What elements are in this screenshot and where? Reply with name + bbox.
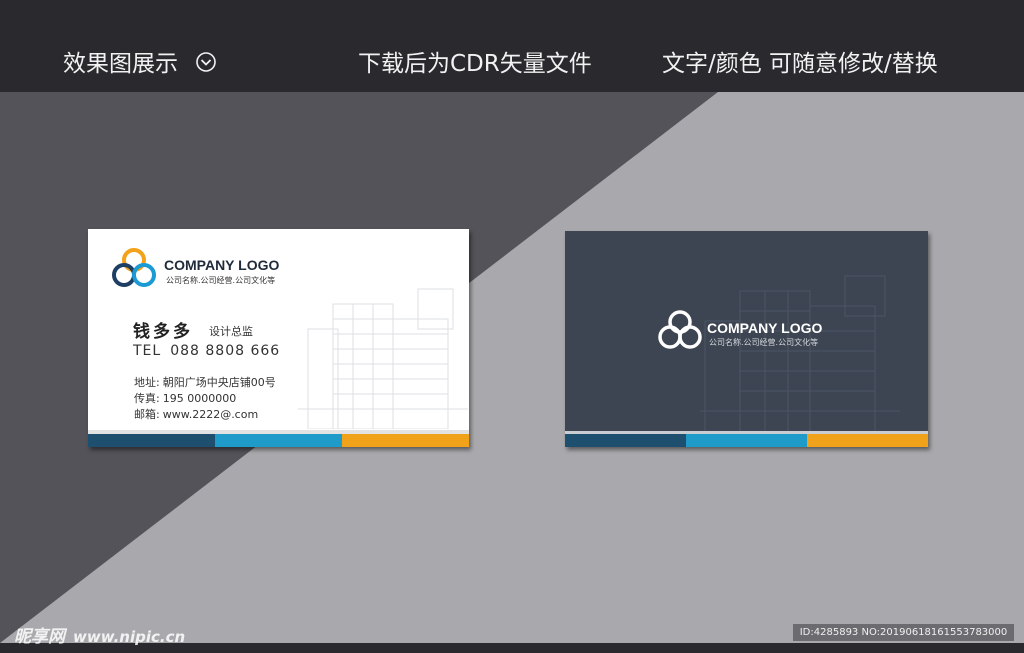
- business-card-back: COMPANY LOGO 公司名称.公司经营.公司文化等: [565, 231, 928, 447]
- building-sketch: [298, 288, 468, 429]
- strip-orange: [342, 434, 469, 447]
- fax-line: 传真: 195 0000000: [134, 390, 236, 406]
- address-line: 地址: 朝阳广场中央店铺00号: [134, 374, 276, 390]
- company-logo-rings: [112, 248, 156, 287]
- address-value: 朝阳广场中央店铺00号: [162, 376, 276, 389]
- header-title: 效果图展示: [63, 51, 178, 77]
- person-title: 设计总监: [209, 325, 253, 338]
- person-name: 钱多多: [133, 322, 193, 342]
- watermark: 昵享网 www.nipic.cn: [14, 622, 185, 647]
- header-note-editable: 文字/颜色 可随意修改/替换: [662, 51, 938, 77]
- color-strip: [88, 434, 469, 447]
- strip-orange: [807, 434, 928, 447]
- fax-label: 传真:: [134, 392, 160, 405]
- strip-navy: [565, 434, 686, 447]
- color-strip: [565, 434, 928, 447]
- strip-blue: [215, 434, 342, 447]
- telephone: TEL 088 8808 666: [133, 343, 289, 359]
- chevron-down-circle-icon[interactable]: [195, 51, 217, 73]
- header-note-cdr: 下载后为CDR矢量文件: [358, 51, 592, 77]
- fax-value: 195 0000000: [162, 392, 237, 405]
- strip-blue: [686, 434, 807, 447]
- watermark-brand: 昵享网: [14, 627, 65, 647]
- watermark-site: www.nipic.cn: [73, 628, 186, 646]
- address-label: 地址:: [134, 376, 160, 389]
- email-label: 邮箱:: [134, 408, 160, 421]
- header-bar: 效果图展示 下载后为CDR矢量文件 文字/颜色 可随意修改/替换: [0, 0, 1024, 92]
- tel-value: 088 8808 666: [170, 343, 281, 359]
- building-sketch: [700, 275, 900, 436]
- email-line: 邮箱: www.2222@.com: [134, 406, 258, 422]
- company-name: COMPANY LOGO: [164, 257, 280, 273]
- company-name: COMPANY LOGO: [707, 320, 823, 336]
- company-tagline: 公司名称.公司经营.公司文化等: [166, 276, 276, 285]
- company-logo-rings: [658, 310, 702, 349]
- image-id-tag: ID:4285893 NO:20190618161553783000: [793, 624, 1014, 641]
- tel-label: TEL: [133, 343, 162, 359]
- company-tagline: 公司名称.公司经营.公司文化等: [709, 338, 819, 347]
- business-card-front: COMPANY LOGO 公司名称.公司经营.公司文化等 钱多多 设计总监 TE…: [88, 229, 469, 447]
- email-value: www.2222@.com: [162, 408, 259, 421]
- strip-navy: [88, 434, 215, 447]
